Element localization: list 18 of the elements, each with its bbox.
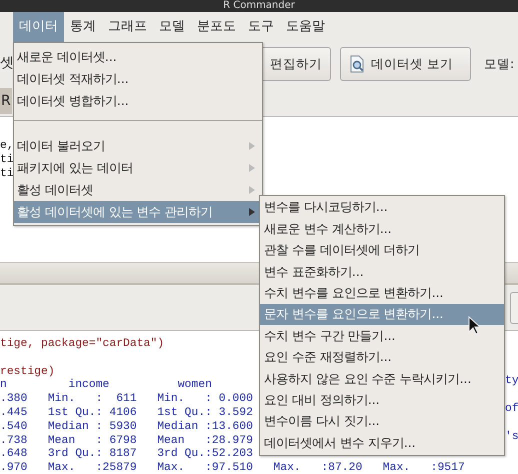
output-line: .540 Median : 5930 Median :13.600 <box>0 420 253 433</box>
output-line: .380 Min. : 611 Min. : 0.000 <box>0 393 253 406</box>
code-line: ti <box>0 167 14 181</box>
code-line: ti <box>0 153 14 167</box>
output-line: tige, package="carData") <box>0 338 164 350</box>
code-line: e, <box>0 139 14 153</box>
output-line: .970 Max. :25879 Max. :97.510 Max. :87.20 Max. :9517 <box>0 462 465 474</box>
output-line: 's <box>505 430 518 444</box>
output-line: restige) <box>0 366 55 378</box>
output-line: .738 Mean : 6798 Mean :28.979 <box>0 434 253 447</box>
toolbar-label: 셋 <box>0 54 14 73</box>
output-line: .445 1st Qu.: 4106 1st Qu.: 3.592 <box>0 406 253 419</box>
output-line: n income women <box>0 379 212 392</box>
window-title: R Commander <box>0 0 518 12</box>
model-label: 모델: <box>484 55 514 73</box>
output-line: ty <box>505 374 518 388</box>
output-line: of <box>505 402 518 416</box>
output-line: .648 3rd Qu.: 8187 3rd Qu.:52.203 <box>0 448 253 460</box>
